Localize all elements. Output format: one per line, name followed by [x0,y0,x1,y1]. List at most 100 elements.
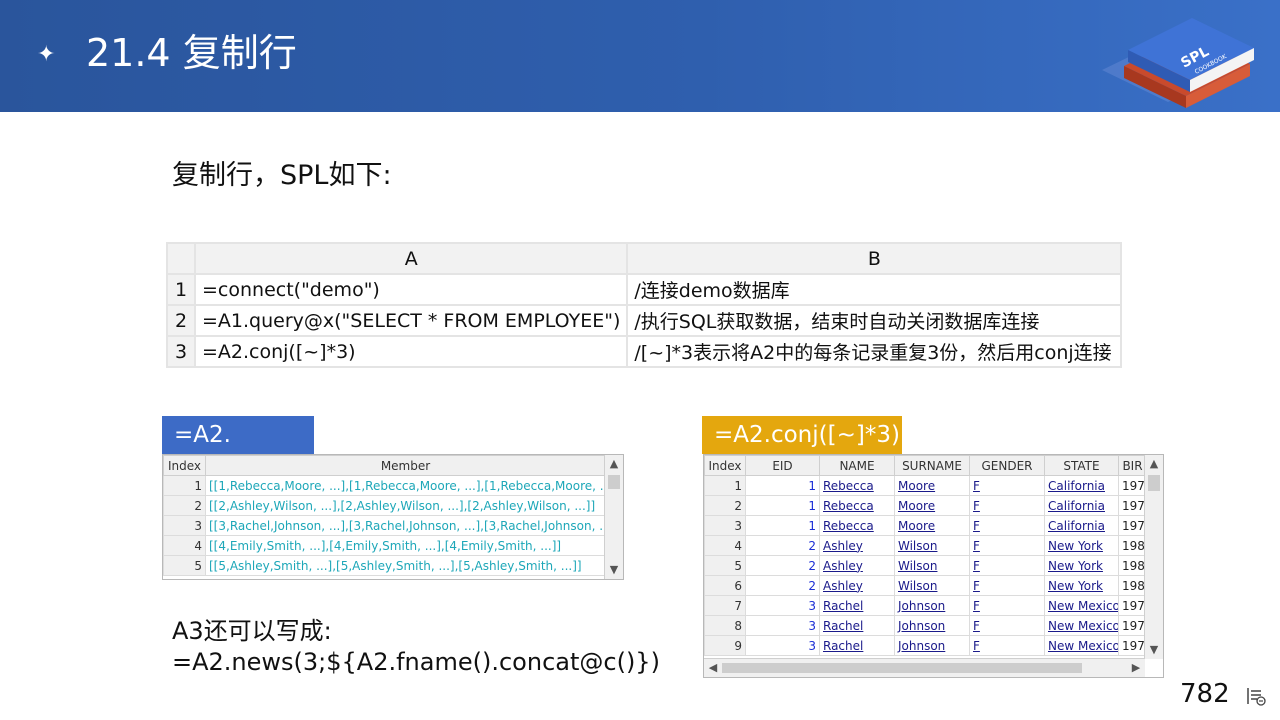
name-cell[interactable]: Rebecca [819,515,895,536]
name-cell[interactable]: Rachel [819,635,895,656]
spl-cell-a1[interactable]: =connect("demo") [193,273,629,306]
state-cell[interactable]: California [1044,475,1119,496]
table-row[interactable]: 5 2 Ashley Wilson F New York 198 [704,555,1147,576]
table-row[interactable]: 4 [[4,Emily,Smith, ...],[4,Emily,Smith, .… [163,535,606,556]
spl-row-number[interactable]: 3 [166,335,196,368]
spl-cell-a3[interactable]: =A2.conj([~]*3) [193,335,629,368]
gender-cell[interactable]: F [969,595,1045,616]
state-cell[interactable]: New Mexico [1044,615,1119,636]
name-cell[interactable]: Rachel [819,615,895,636]
name-cell[interactable]: Rebecca [819,495,895,516]
scroll-left-icon[interactable]: ◀ [704,659,722,677]
table-row[interactable]: 4 2 Ashley Wilson F New York 198 [704,535,1147,556]
scroll-down-icon[interactable]: ▼ [605,561,623,579]
gender-cell[interactable]: F [969,535,1045,556]
table-row[interactable]: 2 1 Rebecca Moore F California 197 [704,495,1147,516]
eid-cell[interactable]: 3 [745,595,820,616]
birthday-cell[interactable]: 197 [1118,515,1147,536]
scrollbar-thumb[interactable] [722,663,1082,673]
table-row[interactable]: 5 [[5,Ashley,Smith, ...],[5,Ashley,Smith,… [163,555,606,576]
table-row[interactable]: 1 1 Rebecca Moore F California 197 [704,475,1147,496]
name-cell[interactable]: Ashley [819,535,895,556]
surname-cell[interactable]: Wilson [894,535,970,556]
surname-cell[interactable]: Moore [894,475,970,496]
column-header-state[interactable]: STATE [1044,455,1119,476]
surname-cell[interactable]: Johnson [894,595,970,616]
eid-cell[interactable]: 1 [745,515,820,536]
gender-cell[interactable]: F [969,635,1045,656]
state-cell[interactable]: New Mexico [1044,595,1119,616]
eid-cell[interactable]: 2 [745,555,820,576]
column-header-eid[interactable]: EID [745,455,820,476]
column-header-member[interactable]: Member [205,455,606,476]
surname-cell[interactable]: Wilson [894,575,970,596]
table-row[interactable]: 6 2 Ashley Wilson F New York 198 [704,575,1147,596]
column-header-name[interactable]: NAME [819,455,895,476]
spl-row-number[interactable]: 2 [166,304,196,337]
state-cell[interactable]: New York [1044,535,1119,556]
column-header-birthday[interactable]: BIR [1118,455,1147,476]
surname-cell[interactable]: Moore [894,515,970,536]
scroll-right-icon[interactable]: ▶ [1127,659,1145,677]
eid-cell[interactable]: 1 [745,475,820,496]
table-row[interactable]: 7 3 Rachel Johnson F New Mexico 197 [704,595,1147,616]
state-cell[interactable]: California [1044,495,1119,516]
table-row[interactable]: 9 3 Rachel Johnson F New Mexico 197 [704,635,1147,656]
spl-cell-b3[interactable]: /[~]*3表示将A2中的每条记录重复3份，然后用conj连接 [626,335,1123,368]
table-row[interactable]: 2 [[2,Ashley,Wilson, ...],[2,Ashley,Wilso… [163,495,606,516]
table-row[interactable]: 1 [[1,Rebecca,Moore, ...],[1,Rebecca,Moor… [163,475,606,496]
spl-cell-a2[interactable]: =A1.query@x("SELECT * FROM EMPLOYEE") [193,304,629,337]
column-header-index[interactable]: Index [163,455,206,476]
eid-cell[interactable]: 2 [745,535,820,556]
state-cell[interactable]: New York [1044,555,1119,576]
spl-row-number[interactable]: 1 [166,273,196,306]
gender-cell[interactable]: F [969,615,1045,636]
gender-cell[interactable]: F [969,495,1045,516]
state-cell[interactable]: New York [1044,575,1119,596]
birthday-cell[interactable]: 197 [1118,495,1147,516]
state-cell[interactable]: California [1044,515,1119,536]
scroll-up-icon[interactable]: ▲ [605,455,623,473]
birthday-cell[interactable]: 198 [1118,575,1147,596]
table-row[interactable]: 3 [[3,Rachel,Johnson, ...],[3,Rachel,John… [163,515,606,536]
name-cell[interactable]: Rebecca [819,475,895,496]
vertical-scrollbar[interactable]: ▲ ▼ [604,455,623,579]
surname-cell[interactable]: Johnson [894,615,970,636]
spl-cell-b2[interactable]: /执行SQL获取数据，结束时自动关闭数据库连接 [626,304,1123,337]
eid-cell[interactable]: 3 [745,615,820,636]
surname-cell[interactable]: Johnson [894,635,970,656]
surname-cell[interactable]: Moore [894,495,970,516]
state-cell[interactable]: New Mexico [1044,635,1119,656]
birthday-cell[interactable]: 197 [1118,615,1147,636]
column-header-surname[interactable]: SURNAME [894,455,970,476]
birthday-cell[interactable]: 197 [1118,635,1147,656]
gender-cell[interactable]: F [969,515,1045,536]
birthday-cell[interactable]: 197 [1118,595,1147,616]
name-cell[interactable]: Rachel [819,595,895,616]
scroll-down-icon[interactable]: ▼ [1145,641,1163,659]
member-cell[interactable]: [[2,Ashley,Wilson, ...],[2,Ashley,Wilson… [205,495,606,516]
gender-cell[interactable]: F [969,475,1045,496]
name-cell[interactable]: Ashley [819,575,895,596]
spl-cell-b1[interactable]: /连接demo数据库 [626,273,1123,306]
surname-cell[interactable]: Wilson [894,555,970,576]
member-cell[interactable]: [[5,Ashley,Smith, ...],[5,Ashley,Smith, … [205,555,606,576]
birthday-cell[interactable]: 197 [1118,475,1147,496]
slide-menu-icon[interactable] [1246,686,1266,706]
eid-cell[interactable]: 2 [745,575,820,596]
eid-cell[interactable]: 3 [745,635,820,656]
spl-column-header-a[interactable]: A [193,242,629,275]
spl-column-header-b[interactable]: B [626,242,1123,275]
name-cell[interactable]: Ashley [819,555,895,576]
vertical-scrollbar[interactable]: ▲ ▼ [1144,455,1163,659]
scrollbar-thumb[interactable] [1148,475,1160,491]
scroll-up-icon[interactable]: ▲ [1145,455,1163,473]
gender-cell[interactable]: F [969,575,1045,596]
table-row[interactable]: 3 1 Rebecca Moore F California 197 [704,515,1147,536]
gender-cell[interactable]: F [969,555,1045,576]
column-header-gender[interactable]: GENDER [969,455,1045,476]
scrollbar-thumb[interactable] [608,475,620,489]
member-cell[interactable]: [[3,Rachel,Johnson, ...],[3,Rachel,Johns… [205,515,606,536]
birthday-cell[interactable]: 198 [1118,535,1147,556]
eid-cell[interactable]: 1 [745,495,820,516]
